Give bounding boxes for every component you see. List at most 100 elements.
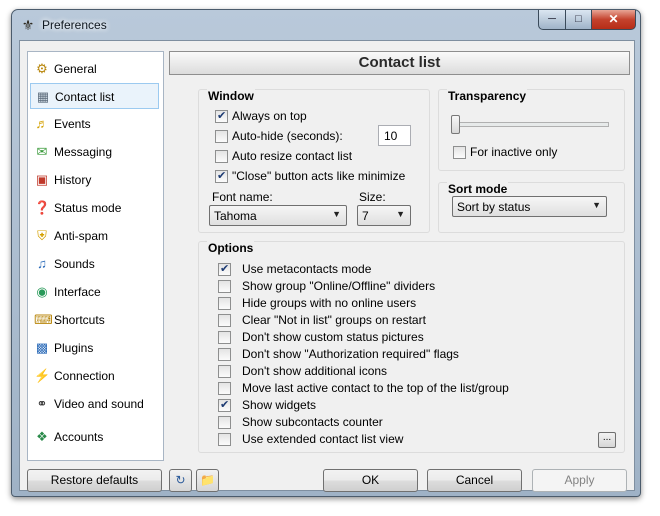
sort-mode-group-title: Sort mode (447, 182, 509, 196)
sidebar-item-label: Accounts (54, 430, 104, 444)
sidebar-item-history[interactable]: ▣ History (30, 167, 159, 193)
question-icon: ❓ (34, 200, 51, 215)
checkbox-label: Show group "Online/Offline" dividers (242, 279, 436, 293)
checkbox-label: Always on top (232, 109, 307, 123)
sidebar-item-label: Plugins (54, 341, 94, 355)
font-size-value: 7 (362, 209, 369, 223)
checkbox-box[interactable] (215, 150, 228, 163)
more-options-button[interactable]: ... (598, 432, 616, 448)
options-group-title: Options (207, 241, 255, 255)
font-name-label: Font name: (212, 190, 273, 204)
open-folder-button[interactable]: 📁 (196, 469, 219, 492)
sidebar-item-contact-list[interactable]: ▦ Contact list (30, 83, 159, 109)
checkbox-label: Don't show additional icons (242, 364, 388, 378)
reset-view-button[interactable]: ↻ (169, 469, 192, 492)
apply-button[interactable]: Apply (532, 469, 627, 492)
font-name-select[interactable]: Tahoma ▼ (209, 205, 347, 226)
checkbox-label: Don't show custom status pictures (242, 330, 424, 344)
chat-icon: ✉ (36, 144, 48, 159)
checkbox-box[interactable] (218, 314, 231, 327)
sidebar-item-anti-spam[interactable]: ⛨ Anti-spam (30, 223, 159, 249)
checkbox-box[interactable] (218, 331, 231, 344)
headphones-icon: ⚭ (36, 396, 48, 411)
checkbox-box[interactable] (218, 280, 231, 293)
keyboard-icon: ⌨ (34, 312, 53, 327)
contacts-icon: ▦ (36, 89, 50, 104)
close-icon: ✕ (608, 12, 619, 26)
sidebar-item-interface[interactable]: ◉ Interface (30, 279, 159, 305)
font-size-select[interactable]: 7 ▼ (357, 205, 411, 226)
sort-mode-select[interactable]: Sort by status ▼ (452, 196, 607, 217)
dropdown-arrow-icon: ▼ (396, 209, 405, 219)
shield-icon: ⛨ (37, 228, 47, 243)
music-note-icon: ♫ (37, 256, 47, 271)
checkbox-box[interactable] (218, 382, 231, 395)
sidebar-item-connection[interactable]: ⚡ Connection (30, 363, 159, 389)
checkbox-box[interactable] (453, 146, 466, 159)
title-bar[interactable]: ⚜ Preferences ─ □ ✕ (12, 10, 640, 40)
sidebar-item-messaging[interactable]: ✉ Messaging (30, 139, 159, 165)
ok-button[interactable]: OK (323, 469, 418, 492)
size-label: Size: (359, 190, 386, 204)
close-button[interactable]: ✕ (591, 10, 636, 30)
page-header: Contact list (169, 51, 630, 75)
checkbox-label: "Close" button acts like minimize (232, 169, 406, 183)
sidebar-item-label: Messaging (54, 145, 113, 159)
checkbox-box[interactable] (218, 365, 231, 378)
apply-label: Apply (564, 473, 595, 487)
sidebar-item-label: Status mode (54, 201, 122, 215)
plug-icon: ⚡ (34, 368, 51, 383)
sidebar-item-label: Events (54, 117, 91, 131)
checkbox-box[interactable] (218, 297, 231, 310)
checkbox-box[interactable] (215, 109, 228, 123)
maximize-button[interactable]: □ (565, 10, 592, 30)
sidebar-item-label: Shortcuts (54, 313, 105, 327)
cancel-label: Cancel (455, 473, 494, 487)
sidebar-item-events[interactable]: ♬ Events (30, 111, 159, 137)
transparency-slider-track[interactable] (452, 122, 609, 127)
auto-hide-seconds-value: 10 (384, 129, 398, 143)
puzzle-icon: ▩ (35, 340, 49, 355)
font-name-value: Tahoma (214, 209, 257, 223)
checkbox-box[interactable] (215, 169, 228, 183)
dropdown-arrow-icon: ▼ (332, 209, 341, 219)
sidebar-item-general[interactable]: ⚙ General (30, 56, 159, 82)
checkbox-label: Hide groups with no online users (242, 296, 417, 310)
sidebar-item-video-and-sound[interactable]: ⚭ Video and sound (30, 391, 159, 417)
sidebar-item-status-mode[interactable]: ❓ Status mode (30, 195, 159, 221)
cancel-button[interactable]: Cancel (427, 469, 522, 492)
sidebar-item-shortcuts[interactable]: ⌨ Shortcuts (30, 307, 159, 333)
transparency-slider-thumb[interactable] (451, 115, 460, 134)
checkbox-label: Show subcontacts counter (242, 415, 383, 429)
restore-defaults-label: Restore defaults (50, 473, 139, 487)
sidebar-item-sounds[interactable]: ♫ Sounds (30, 251, 159, 277)
checkbox-label: Clear "Not in list" groups on restart (242, 313, 426, 327)
checkbox-box[interactable] (218, 348, 231, 361)
checkbox-box[interactable] (215, 130, 228, 143)
sidebar-item-plugins[interactable]: ▩ Plugins (30, 335, 159, 361)
checkbox-label: Don't show "Authorization required" flag… (242, 347, 459, 361)
sidebar-item-label: Sounds (54, 257, 95, 271)
restore-defaults-button[interactable]: Restore defaults (27, 469, 162, 492)
sidebar-item-label: General (54, 62, 97, 76)
checkbox-box[interactable] (218, 262, 231, 276)
sidebar-item-label: Video and sound (54, 397, 144, 411)
page-title: Contact list (358, 54, 441, 71)
auto-hide-seconds-input[interactable]: 10 (378, 125, 411, 146)
refresh-icon: ↻ (175, 473, 186, 487)
transparency-group-title: Transparency (447, 89, 528, 103)
preferences-window: ⚜ Preferences ─ □ ✕ ⚙ General ▦ Contact … (11, 9, 641, 497)
checkbox-label: Move last active contact to the top of t… (242, 381, 509, 395)
folder-icon: 📁 (200, 473, 215, 487)
sidebar-item-label: Anti-spam (54, 229, 109, 243)
checkbox-label: Use extended contact list view (242, 432, 404, 446)
checkbox-box[interactable] (218, 398, 231, 412)
checkbox-box[interactable] (218, 433, 231, 446)
dropdown-arrow-icon: ▼ (592, 200, 601, 210)
checkbox-box[interactable] (218, 416, 231, 429)
minimize-button[interactable]: ─ (538, 10, 566, 30)
sidebar-item-accounts[interactable]: ❖ Accounts (30, 424, 159, 450)
ok-label: OK (361, 473, 380, 487)
sidebar-item-label: Connection (54, 369, 115, 383)
calendar-icon: ▣ (35, 172, 49, 187)
